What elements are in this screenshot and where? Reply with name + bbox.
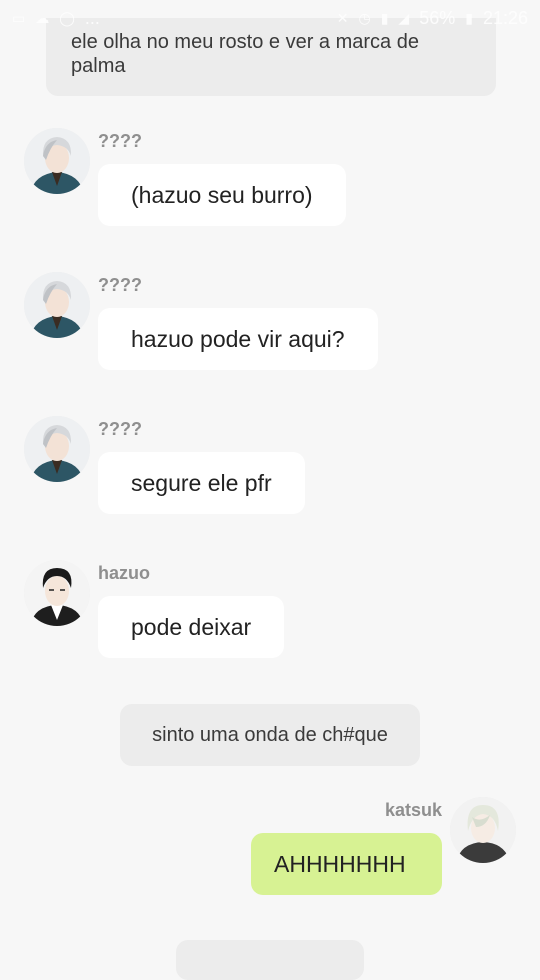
avatar[interactable] bbox=[24, 272, 90, 338]
sender-name: ???? bbox=[98, 419, 142, 439]
message-bubble-self[interactable]: AHHHHHHH bbox=[251, 833, 442, 895]
notification-icon: ▭ bbox=[12, 10, 26, 26]
narration-block-partial bbox=[176, 940, 364, 980]
avatar[interactable] bbox=[450, 797, 516, 863]
dark-hair-avatar-icon bbox=[24, 560, 90, 626]
battery-percent: 56% bbox=[419, 7, 456, 28]
avatar[interactable] bbox=[24, 416, 90, 482]
mute-icon: ✕ bbox=[336, 10, 349, 26]
sim-icon: ▮ bbox=[380, 10, 389, 26]
signal-icon: ◢ bbox=[398, 10, 410, 26]
message-bubble[interactable]: pode deixar bbox=[98, 596, 285, 658]
status-right: ✕ ◷ ▮ ◢ 56% ▮ 21:26 bbox=[337, 8, 528, 29]
status-bar: ▭ ☁ ◯ ... ✕ ◷ ▮ ◢ 56% ▮ 21:26 bbox=[0, 0, 540, 36]
battery-icon: ▮ bbox=[465, 10, 473, 26]
silver-hair-avatar-icon bbox=[24, 272, 90, 338]
silver-hair-avatar-icon bbox=[24, 128, 90, 194]
clock: 21:26 bbox=[482, 7, 528, 28]
message-bubble[interactable]: segure ele pfr bbox=[98, 452, 305, 514]
sender-name: ???? bbox=[98, 131, 142, 151]
sender-name: ???? bbox=[98, 275, 142, 295]
message-bubble[interactable]: (hazuo seu burro) bbox=[98, 164, 346, 226]
more-notifications-text: ... bbox=[84, 7, 100, 28]
sender-name: hazuo bbox=[98, 563, 150, 583]
pale-hair-avatar-icon bbox=[450, 797, 516, 863]
status-left: ▭ ☁ ◯ ... bbox=[12, 8, 100, 29]
avatar[interactable] bbox=[24, 128, 90, 194]
silver-hair-avatar-icon bbox=[24, 416, 90, 482]
cloud-icon: ☁ bbox=[35, 10, 50, 26]
avatar[interactable] bbox=[24, 560, 90, 626]
message-bubble[interactable]: hazuo pode vir aqui? bbox=[98, 308, 378, 370]
whatsapp-icon: ◯ bbox=[59, 10, 75, 26]
narration-block: sinto uma onda de ch#que bbox=[120, 704, 420, 766]
alarm-icon: ◷ bbox=[358, 10, 371, 26]
sender-name: katsuk bbox=[384, 800, 442, 820]
